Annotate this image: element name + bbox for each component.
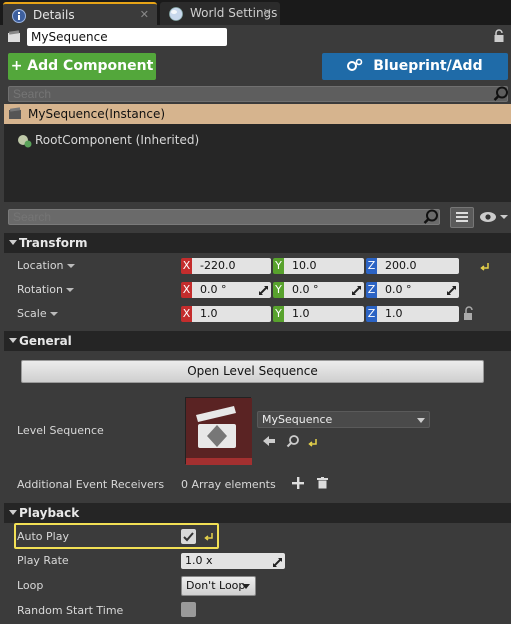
add-element-icon[interactable] (292, 477, 304, 489)
location-x-field[interactable]: X -220.0 (181, 258, 271, 274)
axis-z-label: Z (366, 258, 377, 274)
gears-icon (347, 55, 363, 81)
search-icon[interactable] (493, 86, 509, 102)
plus-icon: + (10, 58, 23, 74)
grid-icon (456, 212, 468, 226)
tab-world-settings[interactable]: World Settings ✕ (160, 2, 280, 25)
random-start-label: Random Start Time (17, 604, 124, 617)
location-y-field[interactable]: Y 10.0 (273, 258, 364, 274)
chevron-down-icon (66, 264, 75, 268)
level-sequence-value: MySequence (262, 413, 333, 426)
location-x-value[interactable]: -220.0 (192, 258, 271, 274)
location-z-field[interactable]: Z 200.0 (366, 258, 459, 274)
location-y-value[interactable]: 10.0 (284, 258, 364, 274)
loop-dropdown[interactable]: Don't Loop (181, 576, 256, 596)
location-label[interactable]: Location (17, 259, 75, 272)
rotation-x-field[interactable]: X 0.0 ° (181, 282, 271, 298)
spin-arrows-icon[interactable] (351, 285, 362, 296)
close-icon[interactable]: ✕ (263, 2, 272, 24)
reset-to-default-icon[interactable] (204, 531, 214, 541)
open-level-sequence-button[interactable]: Open Level Sequence (21, 360, 484, 383)
rotation-label-text: Rotation (17, 283, 64, 296)
details-search-input[interactable] (8, 209, 440, 225)
rotation-y-field[interactable]: Y 0.0 ° (273, 282, 364, 298)
lock-icon[interactable] (493, 29, 505, 43)
spin-arrows-icon[interactable] (272, 556, 283, 568)
play-rate-value: 1.0 x (185, 554, 213, 567)
search-icon[interactable] (423, 209, 439, 225)
checkmark-icon (183, 532, 194, 542)
rotation-z-field[interactable]: Z 0.0 ° (366, 282, 459, 298)
add-component-label: Add Component (27, 58, 154, 74)
scale-z-field[interactable]: Z 1.0 (366, 306, 459, 322)
reset-to-default-icon[interactable] (480, 261, 490, 271)
location-z-value[interactable]: 200.0 (377, 258, 459, 274)
browse-search-icon[interactable] (286, 434, 300, 448)
axis-x-label: X (181, 306, 192, 322)
spin-arrows-icon[interactable] (258, 285, 269, 296)
info-icon (12, 8, 26, 23)
chevron-down-icon (49, 312, 58, 316)
use-selected-arrow-icon[interactable] (262, 434, 276, 448)
component-search-input[interactable] (8, 86, 508, 102)
close-icon[interactable]: ✕ (140, 4, 149, 26)
category-playback[interactable]: Playback (4, 503, 511, 523)
chevron-down-icon (242, 584, 250, 589)
axis-x-label: X (181, 258, 192, 274)
random-start-checkbox[interactable] (181, 602, 196, 617)
component-item-root[interactable]: RootComponent (Inherited) (35, 133, 199, 147)
globe-icon (169, 6, 183, 21)
loop-label: Loop (17, 579, 44, 592)
tab-details-label: Details (33, 8, 75, 22)
category-general[interactable]: General (4, 331, 511, 351)
tab-bar: Details ✕ World Settings ✕ (0, 0, 511, 25)
axis-y-label: Y (273, 282, 284, 298)
add-component-button[interactable]: + Add Component (8, 53, 156, 95)
actor-icon (7, 30, 21, 44)
property-matrix-button[interactable] (450, 207, 474, 228)
rotation-label[interactable]: Rotation (17, 283, 75, 296)
location-label-text: Location (17, 259, 64, 272)
axis-y-label: Y (273, 306, 284, 322)
chevron-down-icon (417, 418, 425, 423)
actor-icon (8, 107, 22, 121)
actor-name-field[interactable]: MySequence (27, 28, 227, 46)
scale-x-field[interactable]: X 1.0 (181, 306, 271, 322)
event-receivers-value: 0 Array elements (181, 478, 276, 491)
chevron-down-icon (500, 215, 508, 219)
component-item-selected[interactable]: MySequence(Instance) (4, 104, 511, 124)
auto-play-checkbox[interactable] (181, 529, 196, 544)
play-rate-field[interactable]: 1.0 x (181, 553, 285, 569)
axis-y-label: Y (273, 258, 284, 274)
scene-component-icon (17, 133, 33, 149)
lock-icon[interactable] (462, 305, 476, 321)
auto-play-label: Auto Play (17, 530, 69, 543)
scale-label-text: Scale (17, 307, 47, 320)
chevron-down-icon (66, 288, 75, 292)
clapperboard-icon (186, 398, 252, 465)
axis-z-label: Z (366, 306, 377, 322)
spin-arrows-icon[interactable] (446, 285, 457, 296)
level-sequence-thumbnail[interactable] (185, 397, 252, 465)
eye-icon (479, 212, 497, 226)
event-receivers-label: Additional Event Receivers (17, 478, 165, 491)
tab-details[interactable]: Details ✕ (3, 2, 157, 25)
play-rate-label: Play Rate (17, 554, 69, 567)
component-item-label: MySequence(Instance) (28, 107, 166, 121)
view-options-button[interactable] (479, 211, 509, 225)
trash-icon[interactable] (317, 477, 328, 489)
loop-value: Don't Loop (186, 579, 246, 592)
category-transform[interactable]: Transform (4, 233, 511, 253)
scale-z-value[interactable]: 1.0 (377, 306, 459, 322)
scale-label[interactable]: Scale (17, 307, 58, 320)
level-sequence-picker[interactable]: MySequence (257, 411, 430, 428)
level-sequence-label: Level Sequence (17, 424, 104, 437)
scale-y-value[interactable]: 1.0 (284, 306, 364, 322)
reset-to-default-icon[interactable] (308, 437, 318, 447)
scale-y-field[interactable]: Y 1.0 (273, 306, 364, 322)
axis-x-label: X (181, 282, 192, 298)
blueprint-add-script-button[interactable]: Blueprint/Add Script (322, 53, 508, 102)
axis-z-label: Z (366, 282, 377, 298)
scale-x-value[interactable]: 1.0 (192, 306, 271, 322)
